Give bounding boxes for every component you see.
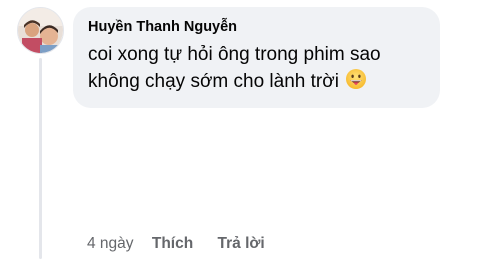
grinning-tongue-emoji-icon <box>345 68 367 98</box>
comment-timestamp[interactable]: 4 ngày <box>87 234 134 254</box>
avatar[interactable] <box>17 7 64 54</box>
comment-text: coi xong tự hỏi ông trong phim sao không… <box>88 44 381 92</box>
like-button[interactable]: Thích <box>152 234 193 254</box>
comment-body: coi xong tự hỏi ông trong phim sao không… <box>88 41 426 98</box>
reply-button[interactable]: Trả lời <box>218 234 265 254</box>
comment-author[interactable]: Huyền Thanh Nguyễn <box>88 17 237 37</box>
avatar-photo <box>18 8 63 53</box>
thread-line <box>39 58 42 259</box>
comment-actions: 4 ngày Thích Trả lời <box>87 234 265 254</box>
comment-bubble: Huyền Thanh Nguyễn coi xong tự hỏi ông t… <box>73 7 440 108</box>
